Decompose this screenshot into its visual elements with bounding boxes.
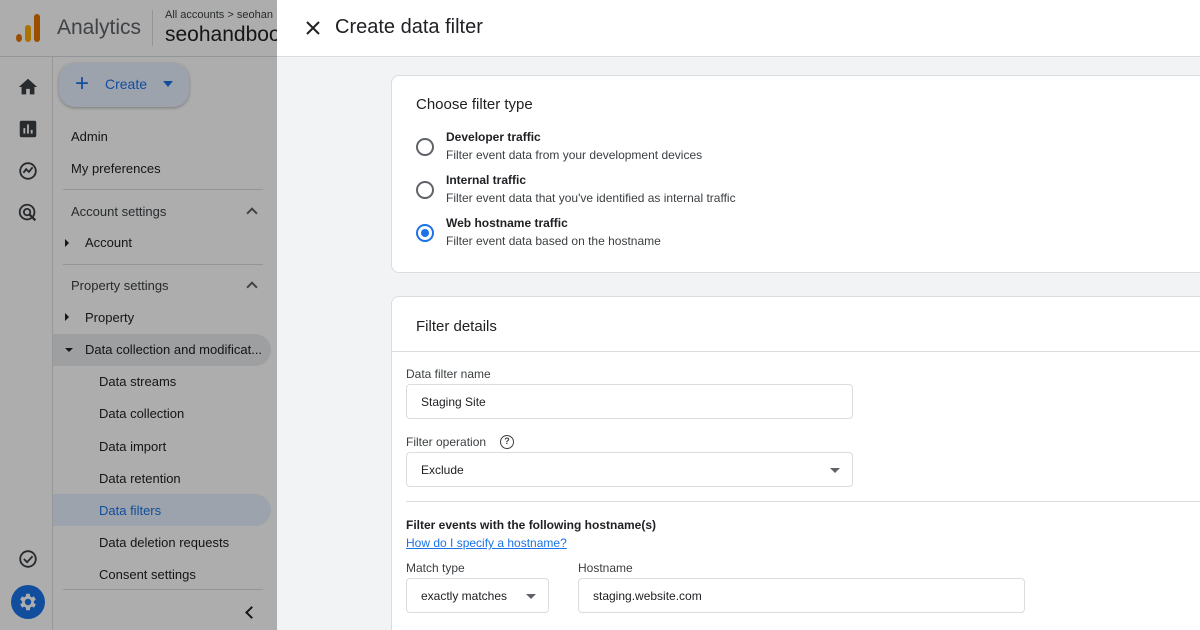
filter-operation-select[interactable]: Exclude bbox=[406, 452, 853, 487]
radio-web-hostname-traffic[interactable]: Web hostname traffic Filter event data b… bbox=[416, 216, 1016, 252]
radio-description: Filter event data based on the hostname bbox=[446, 234, 661, 248]
radio-title: Internal traffic bbox=[446, 173, 527, 187]
radio-description: Filter event data that you've identified… bbox=[446, 191, 736, 205]
filter-details-heading: Filter details bbox=[416, 318, 497, 335]
data-filter-name-label: Data filter name bbox=[406, 367, 491, 381]
radio-description: Filter event data from your development … bbox=[446, 148, 703, 162]
hostname-section-heading: Filter events with the following hostnam… bbox=[406, 518, 657, 532]
dropdown-arrow-icon bbox=[830, 468, 840, 473]
match-type-value: exactly matches bbox=[421, 588, 508, 603]
radio-internal-traffic[interactable]: Internal traffic Filter event data that … bbox=[416, 173, 1016, 209]
radio-developer-traffic[interactable]: Developer traffic Filter event data from… bbox=[416, 130, 1016, 166]
filter-type-heading: Choose filter type bbox=[416, 96, 533, 113]
match-type-label: Match type bbox=[406, 561, 465, 575]
section-divider bbox=[406, 501, 1200, 502]
panel-header: Create data filter bbox=[277, 0, 1200, 57]
modal-scrim[interactable] bbox=[0, 0, 277, 630]
filter-operation-value: Exclude bbox=[421, 462, 464, 477]
radio-title: Web hostname traffic bbox=[446, 216, 568, 230]
radio-button[interactable] bbox=[416, 181, 434, 199]
data-filter-name-input[interactable]: Staging Site bbox=[406, 384, 853, 419]
card-divider bbox=[392, 351, 1200, 352]
radio-button[interactable] bbox=[416, 138, 434, 156]
hostname-input[interactable]: staging.website.com bbox=[578, 578, 1025, 613]
dropdown-arrow-icon bbox=[526, 594, 536, 599]
radio-button-selected[interactable] bbox=[416, 224, 434, 242]
filter-type-card: Choose filter type Developer traffic Fil… bbox=[391, 75, 1200, 273]
analytics-app: Analytics All accounts > seohan seohandb… bbox=[0, 0, 277, 630]
create-data-filter-panel: Create data filter Choose filter type De… bbox=[277, 0, 1200, 630]
radio-title: Developer traffic bbox=[446, 130, 541, 144]
filter-operation-label: Filter operation bbox=[406, 435, 487, 449]
help-icon[interactable]: ? bbox=[500, 435, 514, 449]
filter-details-card: Filter details Data filter name Staging … bbox=[391, 296, 1200, 630]
hostname-label: Hostname bbox=[578, 561, 633, 575]
match-type-select[interactable]: exactly matches bbox=[406, 578, 549, 613]
panel-title: Create data filter bbox=[335, 16, 483, 38]
close-icon[interactable] bbox=[299, 14, 327, 42]
hostname-help-link[interactable]: How do I specify a hostname? bbox=[406, 536, 567, 550]
